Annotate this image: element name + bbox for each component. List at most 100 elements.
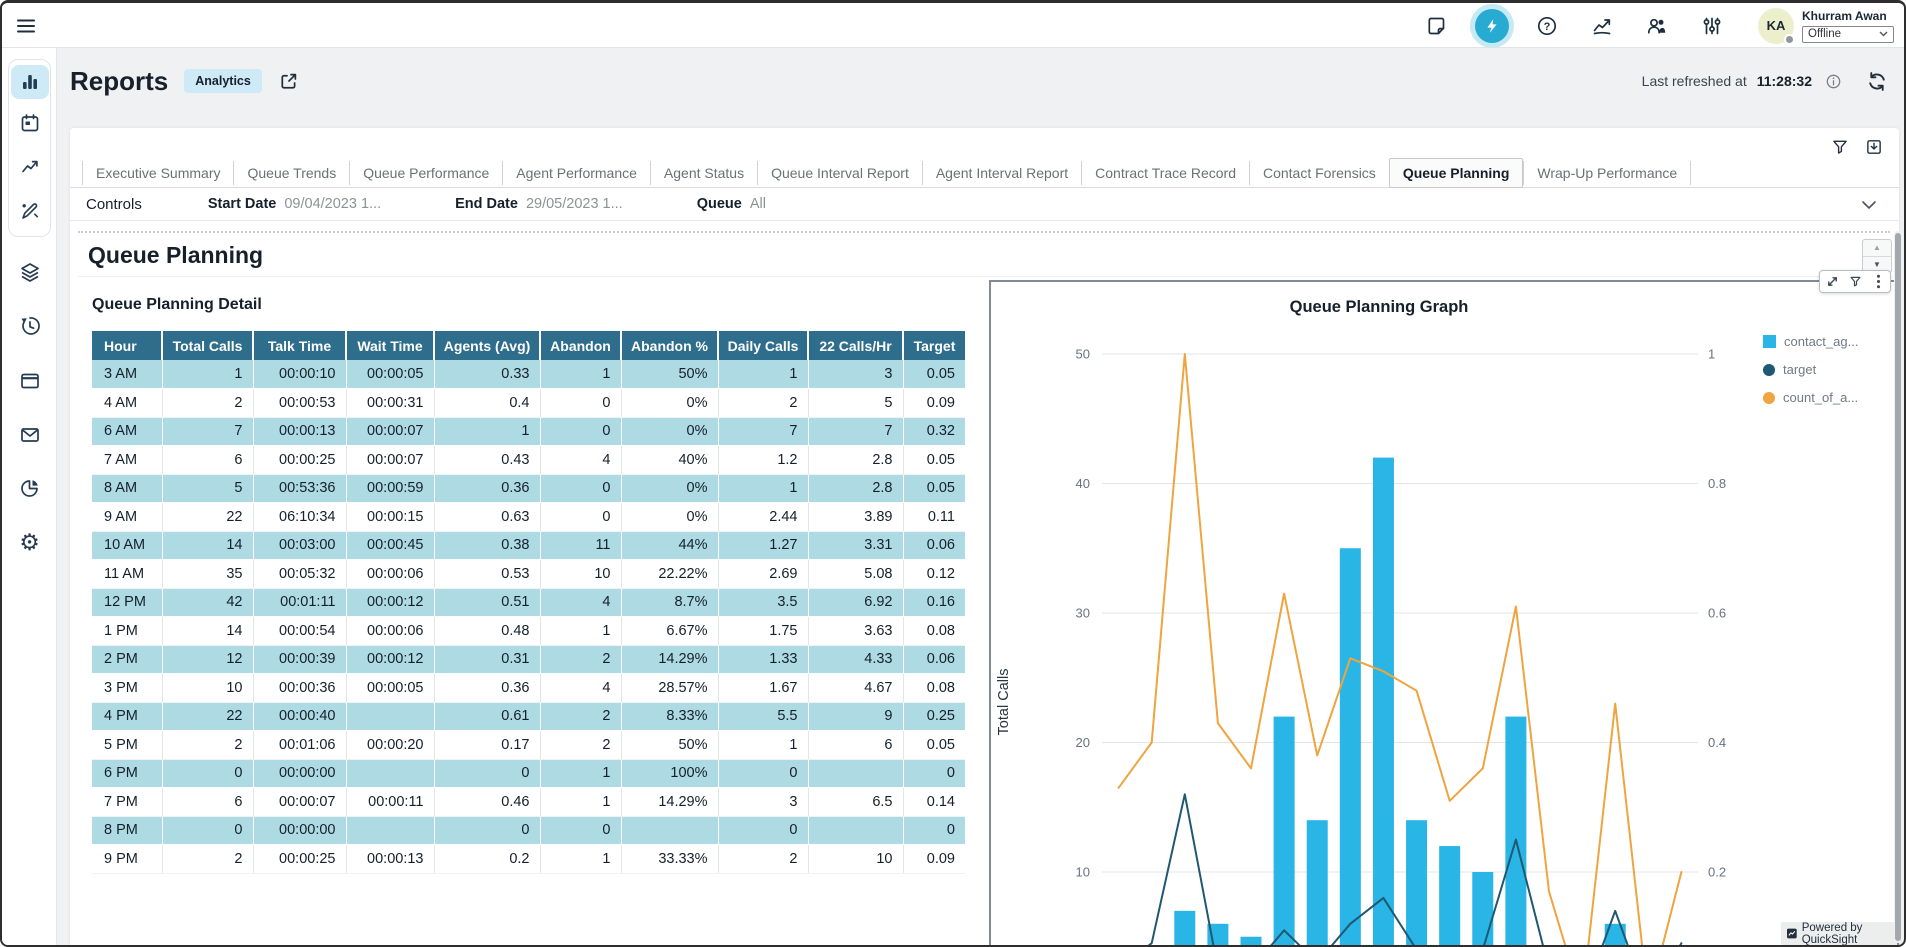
column-header-agents-avg-[interactable]: Agents (Avg) [434, 331, 540, 360]
bar-4-pm[interactable] [1505, 717, 1526, 947]
bar-11-am[interactable] [1340, 548, 1361, 947]
scrollbar-thumb[interactable] [1895, 233, 1901, 941]
avatar[interactable]: KA [1758, 8, 1794, 44]
sidebar-item-pie[interactable] [2, 466, 57, 510]
sidebar-item-window[interactable] [2, 359, 57, 403]
column-header-wait-time[interactable]: Wait Time [346, 331, 434, 360]
bar-12-pm[interactable] [1373, 458, 1394, 947]
sidebar-item-reports[interactable] [11, 65, 49, 99]
help-icon[interactable]: ? [1530, 9, 1564, 43]
sidebar-item-history[interactable] [2, 304, 57, 348]
column-header-abandon-[interactable]: Abandon % [621, 331, 718, 360]
bar-2-pm[interactable] [1439, 846, 1460, 947]
table-cell: 50% [621, 731, 718, 760]
tab-wrap-up-performance[interactable]: Wrap-Up Performance [1523, 161, 1691, 185]
table-cell: 3.63 [808, 617, 903, 646]
tab-queue-planning[interactable]: Queue Planning [1389, 158, 1524, 188]
column-header-22-calls-hr[interactable]: 22 Calls/Hr [808, 331, 903, 360]
quick-actions-bolt-icon[interactable] [1475, 9, 1509, 43]
table-cell: 14.29% [621, 645, 718, 674]
tab-queue-performance[interactable]: Queue Performance [349, 161, 502, 185]
table-cell: 9 PM [92, 845, 162, 874]
tab-agent-performance[interactable]: Agent Performance [502, 161, 650, 185]
tab-contact-forensics[interactable]: Contact Forensics [1249, 161, 1389, 185]
table-cell: 6 [162, 788, 253, 817]
table-cell [621, 816, 718, 845]
external-link-icon[interactable] [278, 70, 300, 92]
calendar-icon [19, 112, 41, 134]
preferences-sliders-icon[interactable] [1695, 9, 1729, 43]
table-cell: 00:00:06 [346, 617, 434, 646]
control-end-date[interactable]: End Date29/05/2023 1... [455, 196, 623, 212]
bar-8-am[interactable] [1241, 937, 1262, 947]
tab-queue-interval-report[interactable]: Queue Interval Report [757, 161, 922, 185]
bar-6-am[interactable] [1174, 911, 1195, 947]
kebab-menu-icon[interactable] [1871, 275, 1885, 289]
y-axis-right-tick: 0.6 [1708, 606, 1726, 621]
refresh-icon[interactable] [1866, 70, 1888, 92]
table-cell: 00:01:06 [253, 731, 346, 760]
bar-3-pm[interactable] [1472, 872, 1493, 947]
bar-10-am[interactable] [1307, 820, 1328, 947]
controls-collapse-chevron-icon[interactable] [1861, 197, 1877, 215]
status-select[interactable]: Offline [1802, 26, 1894, 43]
column-header-target[interactable]: Target [903, 331, 965, 360]
column-header-daily-calls[interactable]: Daily Calls [718, 331, 808, 360]
table-cell: 0.48 [434, 617, 540, 646]
table-cell: 0 [162, 816, 253, 845]
powered-by-label: Powered by QuickSight [1802, 922, 1891, 946]
sidebar-item-design[interactable] [10, 191, 50, 231]
table-cell: 1 [718, 360, 808, 389]
control-queue[interactable]: QueueAll [697, 196, 766, 212]
expand-icon[interactable] [1825, 275, 1839, 289]
table-cell: 10 AM [92, 531, 162, 560]
visual-filter-icon[interactable] [1848, 275, 1862, 289]
table-cell: 1 [540, 845, 621, 874]
table-cell: 2 [162, 731, 253, 760]
column-header-abandon[interactable]: Abandon [540, 331, 621, 360]
table-cell: 28.57% [621, 674, 718, 703]
column-header-hour[interactable]: Hour [92, 331, 162, 360]
bar-7-pm[interactable] [1605, 924, 1626, 947]
bar-9-am[interactable] [1274, 717, 1295, 947]
sidebar-item-layers[interactable] [2, 250, 57, 294]
table-cell: 5.08 [808, 560, 903, 589]
table-row-4-am: 4 AM200:00:5300:00:310.400%250.09 [92, 389, 965, 418]
filter-icon[interactable] [1829, 136, 1851, 158]
status-dot [1784, 34, 1795, 45]
table-cell: 00:53:36 [253, 474, 346, 503]
column-header-talk-time[interactable]: Talk Time [253, 331, 346, 360]
tab-contract-trace-record[interactable]: Contract Trace Record [1081, 161, 1249, 185]
table-cell: 4 [540, 674, 621, 703]
bar-1-pm[interactable] [1406, 820, 1427, 947]
table-cell: 2 [540, 731, 621, 760]
scroll-up-button[interactable]: ▲ [1863, 240, 1891, 257]
table-row-9-pm: 9 PM200:00:2500:00:130.2133.33%2100.09 [92, 845, 965, 874]
line-series-count-of-a-agents-avg-[interactable] [1119, 354, 1682, 947]
tab-executive-summary[interactable]: Executive Summary [82, 161, 233, 185]
tab-agent-interval-report[interactable]: Agent Interval Report [922, 161, 1081, 185]
tab-agent-status[interactable]: Agent Status [650, 161, 757, 185]
table-row-10-am: 10 AM1400:03:0000:00:450.381144%1.273.31… [92, 531, 965, 560]
sidebar-item-analytics[interactable] [10, 147, 50, 187]
notes-icon[interactable] [1420, 9, 1454, 43]
sidebar-item-settings[interactable]: ⚙ [2, 520, 57, 564]
table-cell: 0.16 [903, 588, 965, 617]
table-cell: 00:00:07 [346, 446, 434, 475]
agents-icon[interactable] [1640, 9, 1674, 43]
download-icon[interactable] [1863, 136, 1885, 158]
combo-chart[interactable]: 501400.8300.6200.4100.2Total Calls [991, 286, 1897, 947]
table-cell: 0.25 [903, 702, 965, 731]
y-axis-right-tick: 0.8 [1708, 476, 1726, 491]
table-cell: 7 [808, 417, 903, 446]
column-header-total-calls[interactable]: Total Calls [162, 331, 253, 360]
table-cell: 3 PM [92, 674, 162, 703]
hamburger-menu-icon[interactable] [13, 13, 39, 39]
sidebar-item-mail[interactable] [2, 413, 57, 457]
sidebar-item-schedule[interactable] [10, 103, 50, 143]
insights-chart-icon[interactable] [1585, 9, 1619, 43]
info-icon[interactable] [1822, 70, 1844, 92]
tab-queue-trends[interactable]: Queue Trends [233, 161, 349, 185]
graph-panel[interactable]: Queue Planning Graph contact_ag...target… [989, 280, 1899, 947]
control-start-date[interactable]: Start Date09/04/2023 1... [208, 196, 381, 212]
